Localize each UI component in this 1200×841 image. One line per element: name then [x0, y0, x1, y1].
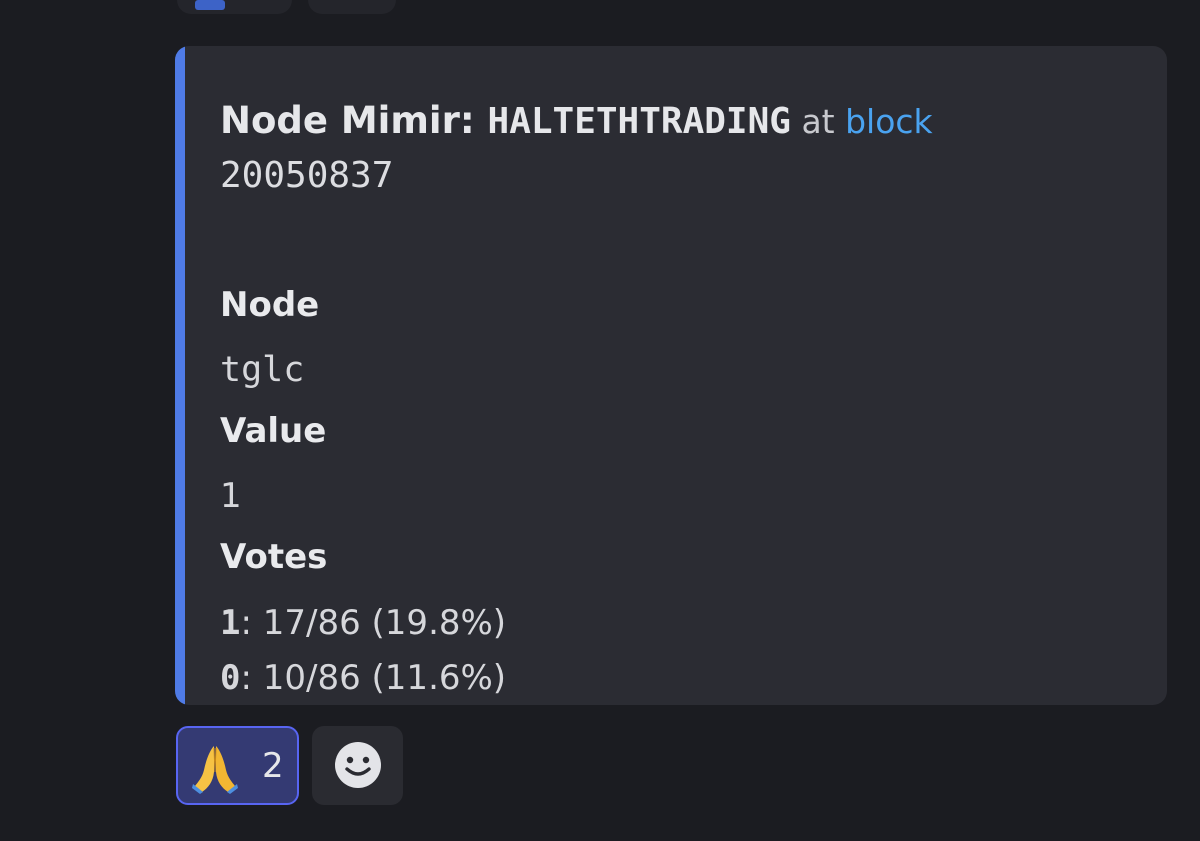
field-value-value: 1 — [220, 476, 242, 516]
previous-reaction-button[interactable] — [177, 0, 292, 14]
embed-title-prefix: Node Mimir: — [220, 99, 488, 142]
add-reaction-smile-icon — [335, 742, 381, 788]
block-number: 20050837 — [220, 155, 394, 196]
embed-title-mimir-key: HALTETHTRADING — [487, 101, 791, 142]
previous-reaction-emoji-icon — [195, 0, 225, 10]
vote-row: 1: 17/86 (19.8%) — [220, 599, 506, 647]
vote-option: 1 — [220, 603, 241, 643]
block-link[interactable]: block — [845, 102, 933, 141]
pray-reaction-button[interactable]: 2 — [176, 726, 299, 805]
add-reaction-button[interactable] — [312, 726, 403, 805]
previous-add-reaction-button[interactable] — [308, 0, 396, 14]
message-area: Node Mimir: HALTETHTRADING at block 2005… — [0, 0, 1200, 841]
field-votes-label: Votes — [220, 537, 328, 577]
reaction-count: 2 — [262, 746, 284, 786]
vote-row: 0: 10/86 (11.6%) — [220, 654, 506, 702]
field-node-value: tglc — [220, 350, 305, 390]
vote-tally: : 17/86 (19.8%) — [240, 603, 507, 643]
embed-accent-bar — [175, 46, 185, 705]
embed-body: Node Mimir: HALTETHTRADING at block 2005… — [220, 94, 1127, 698]
field-value-label: Value — [220, 411, 327, 451]
field-node-label: Node — [220, 285, 320, 325]
vote-option: 0 — [220, 658, 241, 698]
folded-hands-icon — [192, 746, 238, 794]
embed-title-at: at — [790, 102, 846, 141]
vote-tally: : 10/86 (11.6%) — [240, 658, 507, 698]
embed-title: Node Mimir: HALTETHTRADING at block — [220, 94, 1127, 149]
mimir-embed-card: Node Mimir: HALTETHTRADING at block 2005… — [175, 46, 1167, 705]
